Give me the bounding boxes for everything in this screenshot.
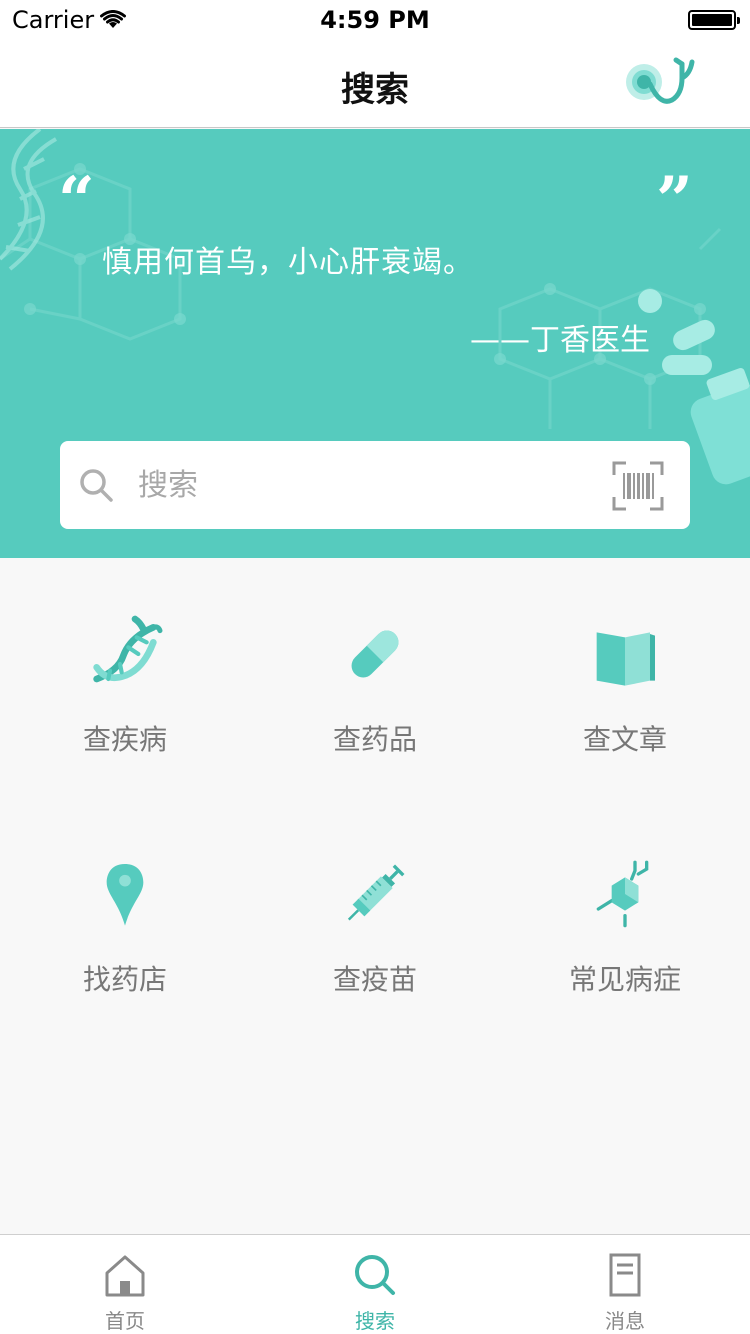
tab-bar: 首页 搜索 消息 [0,1234,750,1334]
barcode-scan-icon[interactable] [612,461,664,511]
search-icon [80,469,113,502]
tab-label: 消息 [605,1309,645,1333]
battery-icon [688,10,740,30]
search-icon [355,1255,395,1295]
message-doc-icon [609,1253,641,1297]
grid-item-vaccines[interactable]: 查疫苗 [250,798,500,998]
tab-search[interactable]: 搜索 [250,1235,500,1334]
grid-item-common-conditions[interactable]: 常见病症 [500,798,750,998]
tab-home[interactable]: 首页 [0,1235,250,1334]
tab-messages[interactable]: 消息 [500,1235,750,1334]
quote-author: ——丁香医生 [470,323,650,358]
quote-text: 慎用何首乌，小心肝衰竭。 [102,245,474,280]
grid-item-pharmacy[interactable]: 找药店 [0,798,250,998]
quote-open-mark: “ [58,163,95,238]
book-icon [596,632,655,686]
pill-icon [351,630,399,678]
status-bar: Carrier 4:59 PM [0,0,750,40]
quote-close-mark: ” [656,163,693,238]
grid-item-label: 查药品 [332,723,417,756]
grid-item-label: 查疾病 [82,723,167,756]
feature-grid: 查疾病 查药品 查文章 找药店 查疫苗 常见病症 [0,558,750,1234]
grid-item-articles[interactable]: 查文章 [500,558,750,758]
dna-icon [93,615,163,683]
search-input[interactable] [138,459,578,511]
grid-item-label: 找药店 [82,963,167,996]
stethoscope-icon[interactable] [620,54,700,118]
tab-label: 搜索 [355,1309,395,1333]
grid-item-label: 查文章 [582,723,667,756]
molecule-icon [596,860,649,928]
navigation-bar: 搜索 [0,40,750,128]
grid-item-diseases[interactable]: 查疾病 [0,558,250,758]
syringe-icon [347,864,405,921]
grid-item-drugs[interactable]: 查药品 [250,558,500,758]
location-pin-icon [106,864,144,926]
search-bar[interactable] [60,441,690,529]
home-icon [105,1255,145,1297]
tab-label: 首页 [105,1309,145,1333]
hero-banner: “ ” 慎用何首乌，小心肝衰竭。 ——丁香医生 [0,129,750,558]
grid-item-label: 常见病症 [568,963,681,996]
grid-item-label: 查疫苗 [332,963,417,996]
clock: 4:59 PM [320,6,430,34]
